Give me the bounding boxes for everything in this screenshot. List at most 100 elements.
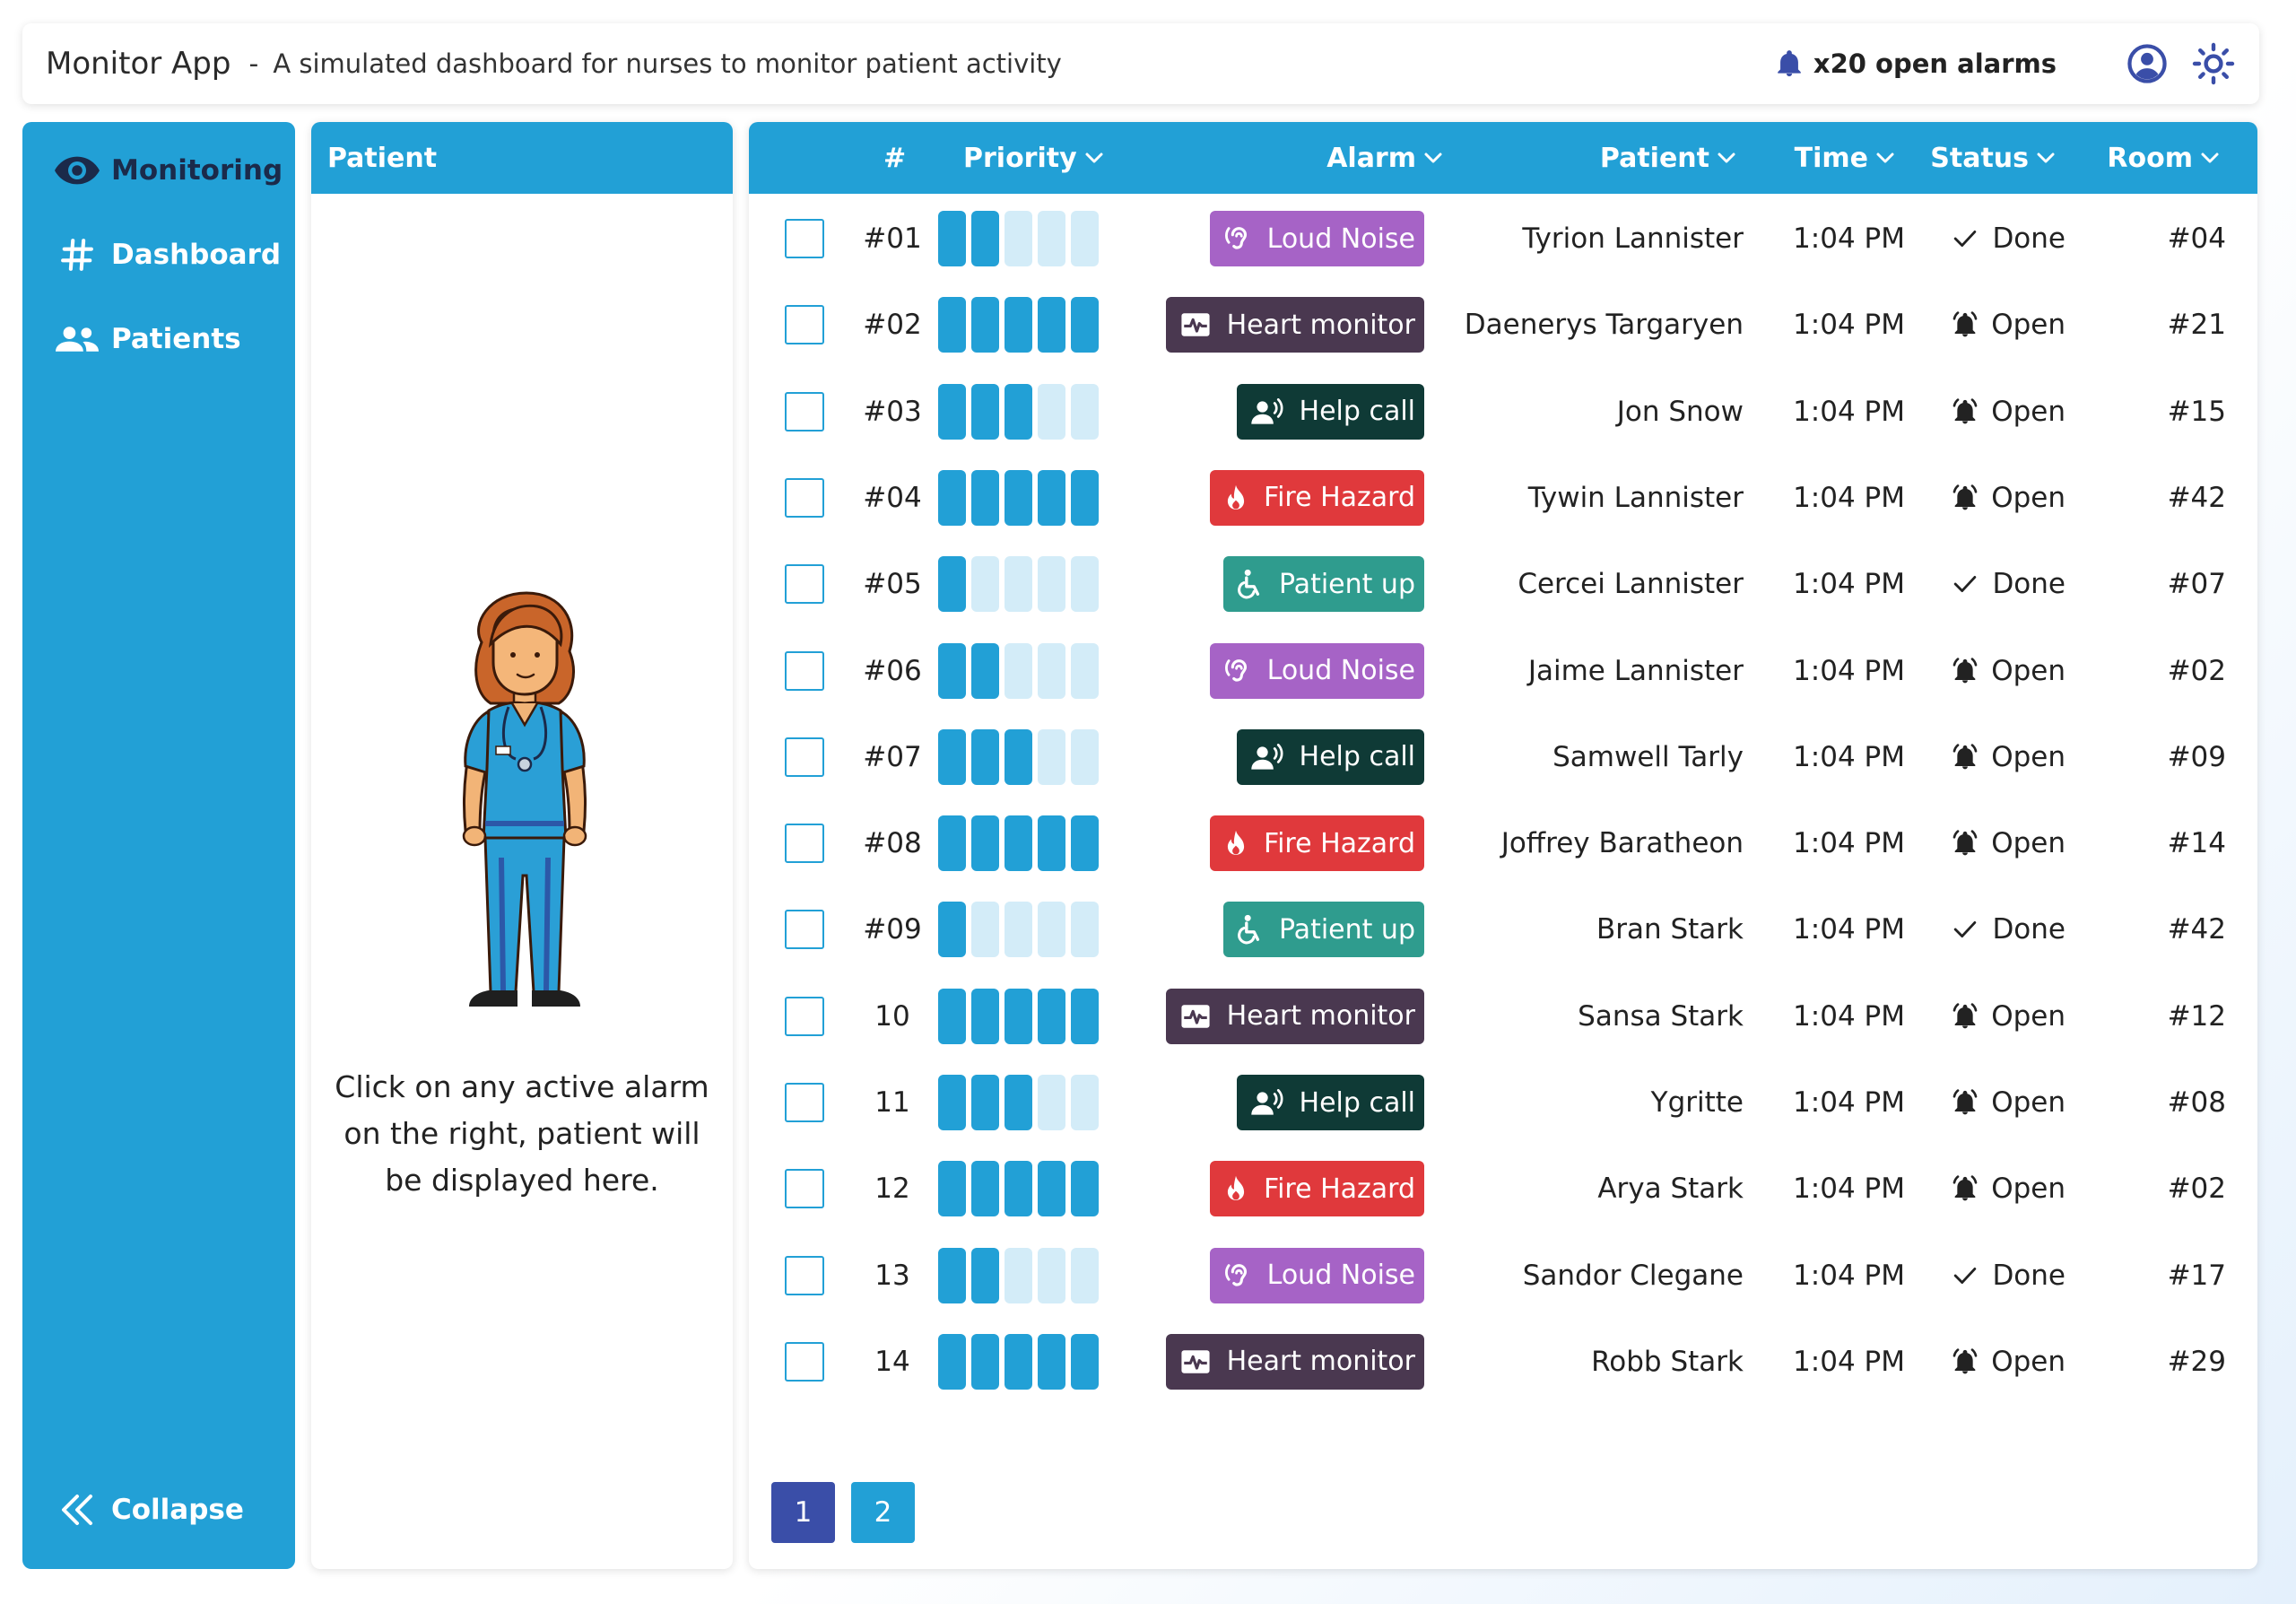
patient-name: Cercei Lannister: [1518, 568, 1744, 601]
priority-segment: [938, 297, 966, 353]
alarm-label: Help call: [1299, 1086, 1415, 1119]
table-row[interactable]: #09 Patient up Bran Stark 1:04 PM Done #42: [749, 886, 2257, 972]
row-checkbox[interactable]: [785, 305, 824, 345]
priority-segment: [1071, 211, 1099, 266]
app-title: Monitor App: [46, 46, 231, 82]
sidebar-item-monitoring[interactable]: Monitoring: [54, 144, 283, 197]
row-checkbox[interactable]: [785, 477, 824, 518]
chevron-down-icon: [1876, 153, 1894, 163]
alarm-badge[interactable]: Help call: [1236, 383, 1424, 440]
table-row[interactable]: #01 Loud Noise Tyrion Lannister 1:04 PM Done…: [749, 196, 2257, 282]
alarm-time: 1:04 PM: [1793, 827, 1905, 860]
status-cell: Open: [1949, 1059, 2066, 1146]
alarm-badge[interactable]: Fire Hazard: [1210, 815, 1424, 872]
room-number: #42: [2167, 481, 2226, 514]
column-header-time[interactable]: Time: [1795, 122, 1895, 194]
patient-name: Jaime Lannister: [1527, 654, 1744, 687]
status-text: Open: [1991, 1086, 2066, 1119]
table-row[interactable]: #07 Help call Samwell Tarly 1:04 PM Open #09: [749, 714, 2257, 800]
table-row[interactable]: #04 Fire Hazard Tywin Lannister 1:04 PM Open…: [749, 455, 2257, 541]
table-row[interactable]: 10 Heart monitor Sansa Stark 1:04 PM Open #12: [749, 973, 2257, 1059]
alarm-label: Heart monitor: [1226, 1000, 1415, 1033]
priority-segment: [1071, 1247, 1099, 1303]
table-row[interactable]: #06 Loud Noise Jaime Lannister 1:04 PM Open #…: [749, 628, 2257, 714]
theme-sun-icon[interactable]: [2191, 41, 2236, 86]
table-row[interactable]: 14 Heart monitor Robb Stark 1:04 PM Open #29: [749, 1319, 2257, 1405]
priority-segment: [1071, 988, 1099, 1044]
priority-segment: [938, 383, 966, 440]
column-header-patient[interactable]: Patient: [1600, 122, 1736, 194]
table-row[interactable]: 12 Fire Hazard Arya Stark 1:04 PM Open #02: [749, 1146, 2257, 1232]
wheelchair-icon: [1238, 915, 1260, 945]
alarm-badge[interactable]: Heart monitor: [1165, 1333, 1424, 1390]
priority-segment: [1071, 556, 1099, 613]
row-checkbox[interactable]: [785, 219, 824, 258]
alarm-badge[interactable]: Loud Noise: [1209, 642, 1424, 699]
alarm-badge[interactable]: Help call: [1236, 728, 1424, 785]
alarm-badge[interactable]: Fire Hazard: [1210, 1161, 1424, 1217]
priority-segment: [1038, 728, 1065, 785]
row-number: #06: [863, 654, 922, 687]
priority-segment: [1038, 1333, 1065, 1390]
alarm-badge[interactable]: Loud Noise: [1209, 1247, 1424, 1303]
app-header: Monitor App - A simulated dashboard for …: [22, 23, 2259, 104]
status-text: Open: [1991, 395, 2066, 428]
table-row[interactable]: #05 Patient up Cercei Lannister 1:04 PM Done…: [749, 541, 2257, 627]
status-text: Open: [1991, 999, 2066, 1033]
app-subtitle: A simulated dashboard for nurses to moni…: [273, 48, 1062, 79]
row-checkbox[interactable]: [785, 910, 824, 950]
row-checkbox[interactable]: [785, 564, 824, 605]
alarm-badge[interactable]: Fire Hazard: [1210, 469, 1424, 526]
status-text: Open: [1991, 740, 2066, 773]
priority-segment: [1071, 1161, 1099, 1217]
page-button-2[interactable]: 2: [851, 1482, 915, 1543]
column-header-status[interactable]: Status: [1930, 122, 2056, 194]
sidebar-item-patients[interactable]: Patients: [54, 312, 241, 366]
priority-segment: [1004, 902, 1032, 958]
row-checkbox[interactable]: [785, 737, 824, 777]
column-header-priority[interactable]: Priority: [963, 122, 1104, 194]
table-row[interactable]: 13 Loud Noise Sandor Clegane 1:04 PM Done #17: [749, 1233, 2257, 1319]
priority-indicator: [938, 1319, 1104, 1405]
alarm-label: Patient up: [1278, 913, 1415, 946]
heart-monitor-icon: [1180, 313, 1210, 337]
alarm-badge[interactable]: Patient up: [1222, 556, 1424, 613]
alarm-badge[interactable]: Heart monitor: [1165, 988, 1424, 1044]
row-checkbox[interactable]: [785, 1341, 824, 1382]
table-row[interactable]: #08 Fire Hazard Joffrey Baratheon 1:04 PM Op…: [749, 800, 2257, 886]
sidebar-item-dashboard[interactable]: Dashboard: [54, 228, 281, 282]
column-header-room[interactable]: Room: [2107, 122, 2220, 194]
page-button-1[interactable]: 1: [771, 1482, 835, 1543]
status-cell: Done: [1949, 886, 2066, 972]
alarm-bell-icon: [1952, 657, 1977, 683]
alarm-label: Fire Hazard: [1264, 1172, 1415, 1205]
status-text: Open: [1991, 1172, 2066, 1206]
alarm-badge[interactable]: Heart monitor: [1165, 297, 1424, 353]
row-checkbox[interactable]: [785, 824, 824, 864]
priority-segment: [1038, 902, 1065, 958]
patient-panel-header: Patient: [311, 122, 733, 194]
alarm-badge[interactable]: Help call: [1236, 1075, 1424, 1130]
open-alarms-indicator[interactable]: x20 open alarms: [1774, 48, 2057, 80]
row-checkbox[interactable]: [785, 1169, 824, 1209]
user-account-icon[interactable]: [2125, 41, 2170, 86]
table-row[interactable]: #03 Help call Jon Snow 1:04 PM Open #15: [749, 369, 2257, 455]
row-checkbox[interactable]: [785, 650, 824, 691]
room-number: #14: [2167, 827, 2226, 860]
alarm-badge[interactable]: Loud Noise: [1209, 211, 1424, 266]
priority-segment: [1004, 728, 1032, 785]
row-checkbox[interactable]: [785, 1083, 824, 1122]
table-row[interactable]: #02 Heart monitor Daenerys Targaryen 1:04 P…: [749, 282, 2257, 368]
alarm-badge[interactable]: Patient up: [1222, 902, 1424, 958]
priority-segment: [1071, 815, 1099, 872]
table-row[interactable]: 11 Help call Ygritte 1:04 PM Open #08: [749, 1059, 2257, 1146]
alarm-time: 1:04 PM: [1793, 481, 1905, 514]
alarm-label: Loud Noise: [1266, 1260, 1415, 1292]
row-checkbox[interactable]: [785, 1255, 824, 1295]
collapse-button[interactable]: Collapse: [54, 1483, 244, 1537]
alarm-label: Heart monitor: [1226, 1346, 1415, 1378]
row-checkbox[interactable]: [785, 996, 824, 1036]
row-number: #09: [863, 913, 922, 946]
column-header-alarm[interactable]: Alarm: [1326, 122, 1443, 194]
row-checkbox[interactable]: [785, 391, 824, 432]
